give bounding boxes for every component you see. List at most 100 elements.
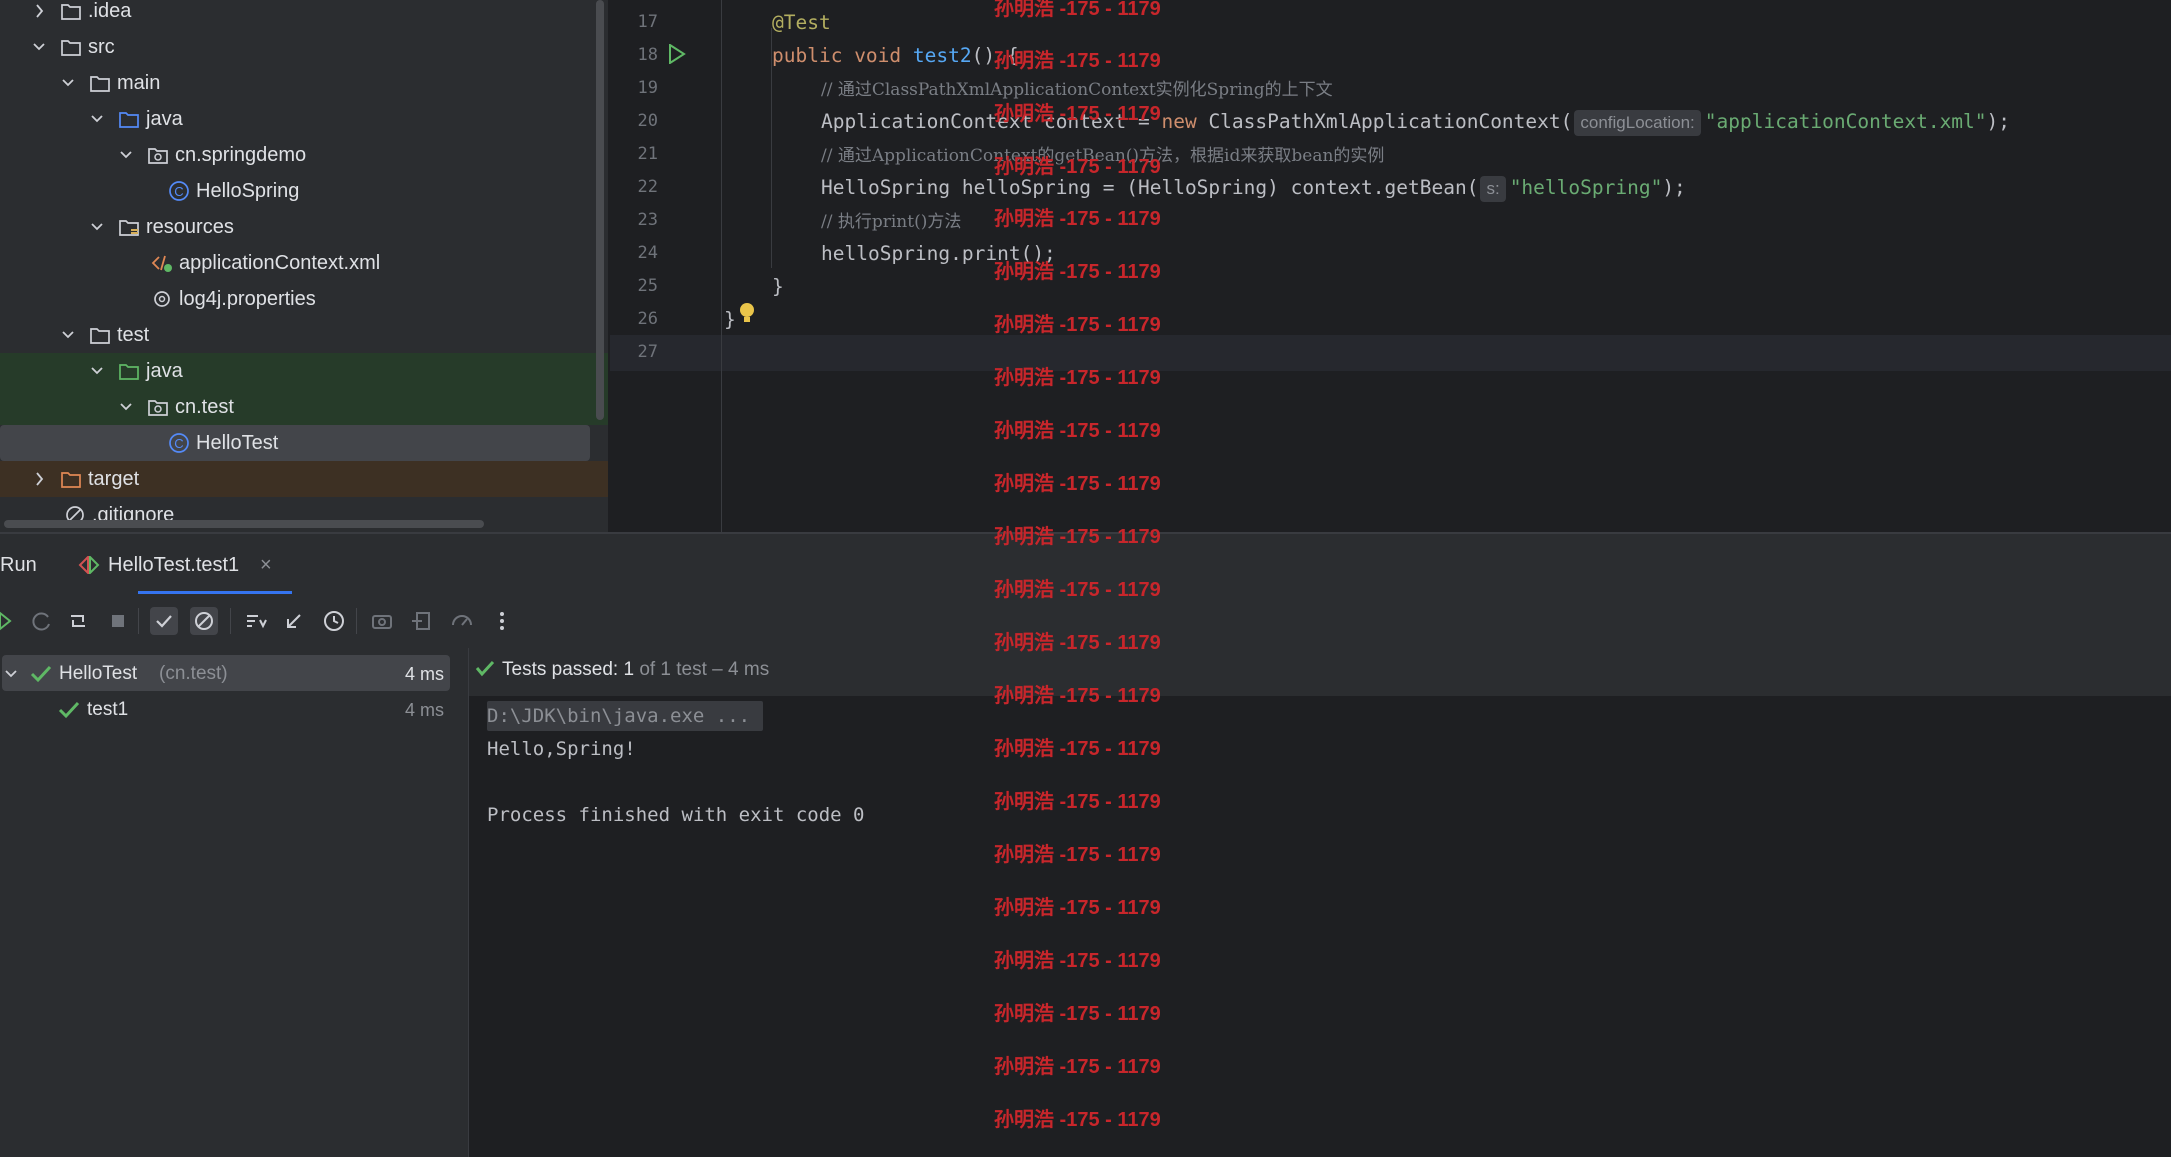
tree-item[interactable]: C HelloSpring: [0, 173, 608, 209]
check-icon: [58, 701, 80, 719]
stop-icon[interactable]: [104, 607, 132, 635]
tree-item[interactable]: cn.test: [0, 389, 608, 425]
console-line: Hello,Spring!: [487, 738, 636, 760]
tree-item[interactable]: applicationContext.xml: [0, 245, 608, 281]
chevron-down-icon[interactable]: [88, 353, 106, 389]
parameter-hint: configLocation:: [1574, 110, 1701, 136]
show-ignored-icon[interactable]: [190, 607, 218, 635]
code-token: void: [854, 44, 913, 67]
status-count: 1: [623, 659, 635, 680]
toolbar-separator: [356, 608, 357, 634]
line-number: 23: [637, 210, 658, 230]
test-name: test1: [87, 699, 129, 720]
chevron-down-icon[interactable]: [88, 209, 106, 245]
watermark-text: 孙明浩 -175 - 1179: [994, 1056, 1161, 1078]
toolbar-separator: [230, 608, 231, 634]
code-token: }: [772, 275, 784, 298]
tree-item[interactable]: java: [0, 101, 608, 137]
watermark-text: 孙明浩 -175 - 1179: [994, 1109, 1161, 1131]
test-tree-row[interactable]: HelloTest (cn.test) 4 ms: [0, 656, 450, 692]
tree-vertical-scrollbar[interactable]: [596, 0, 604, 420]
rerun-failed-icon[interactable]: [28, 607, 56, 635]
show-passed-icon[interactable]: [150, 607, 178, 635]
chevron-down-icon[interactable]: [59, 65, 77, 101]
tree-item-label: .idea: [88, 0, 132, 22]
run-panel-title: Run: [0, 554, 37, 576]
tree-horizontal-scrollbar[interactable]: [4, 520, 484, 528]
tree-item[interactable]: main: [0, 65, 608, 101]
tab-label: HelloTest.test1: [108, 554, 240, 576]
watermark-text: 孙明浩 -175 - 1179: [994, 0, 1161, 20]
tree-item[interactable]: test: [0, 317, 608, 353]
test-status: Tests passed: 1 of 1 test – 4 ms: [502, 655, 769, 685]
more-icon[interactable]: [488, 607, 516, 635]
test-tree-row[interactable]: test1 4 ms: [0, 692, 450, 728]
tree-item[interactable]: log4j.properties: [0, 281, 608, 317]
tree-item[interactable]: .idea: [0, 0, 608, 29]
chevron-down-icon[interactable]: [59, 317, 77, 353]
line-number: 24: [637, 243, 658, 263]
code-token: @Test: [772, 11, 831, 34]
tree-item[interactable]: resources: [0, 209, 608, 245]
tree-item-label: log4j.properties: [179, 288, 316, 310]
source-folder-icon: [119, 112, 139, 128]
code-line: }: [772, 270, 784, 303]
tree-selection: [0, 425, 590, 461]
tree-item[interactable]: src: [0, 29, 608, 65]
svg-text:C: C: [174, 436, 183, 451]
console-line: Process finished with exit code 0: [487, 804, 865, 826]
tree-item[interactable]: java: [0, 353, 608, 389]
chevron-down-icon[interactable]: [117, 389, 135, 425]
history-icon[interactable]: [320, 607, 348, 635]
lightbulb-icon[interactable]: [738, 302, 756, 326]
watermark-text: 孙明浩 -175 - 1179: [994, 1003, 1161, 1025]
tree-item[interactable]: C HelloTest: [0, 425, 608, 461]
code-token: HelloSpring helloSpring = (HelloSpring) …: [821, 176, 1479, 199]
code-token: test2: [912, 44, 972, 67]
import-icon[interactable]: [408, 607, 436, 635]
chevron-down-icon[interactable]: [4, 666, 18, 687]
rerun-icon[interactable]: [0, 607, 28, 635]
watermark-text: 孙明浩 -175 - 1179: [994, 156, 1161, 178]
class-icon: C: [169, 433, 189, 453]
test-duration: 4 ms: [404, 664, 444, 684]
watermark-text: 孙明浩 -175 - 1179: [994, 526, 1161, 548]
tree-item[interactable]: target: [0, 461, 608, 497]
code-token: // 执行print()方法: [821, 212, 962, 232]
test-source-folder-icon: [119, 364, 139, 380]
tree-item[interactable]: cn.springdemo: [0, 137, 608, 173]
line-number: 25: [637, 276, 658, 296]
test-package: (cn.test): [159, 663, 228, 684]
line-number: 22: [637, 177, 658, 197]
watermark-text: 孙明浩 -175 - 1179: [994, 367, 1161, 389]
chevron-down-icon[interactable]: [117, 137, 135, 173]
check-icon: [30, 665, 52, 683]
run-gutter-icon[interactable]: [668, 44, 686, 64]
tree-item-label: applicationContext.xml: [179, 252, 381, 274]
chevron-down-icon[interactable]: [30, 29, 48, 65]
chevron-down-icon[interactable]: [88, 101, 106, 137]
chevron-right-icon[interactable]: [30, 461, 48, 497]
sort-icon[interactable]: [242, 607, 270, 635]
tree-item-label: src: [88, 36, 115, 58]
code-token: new: [1161, 110, 1209, 133]
tab-hellotest-test1[interactable]: HelloTest.test1 ×: [78, 547, 288, 583]
watermark-text: 孙明浩 -175 - 1179: [994, 103, 1161, 125]
folder-icon: [61, 4, 81, 20]
test-duration: 4 ms: [404, 700, 444, 720]
tree-item-label: HelloSpring: [196, 180, 300, 202]
tree-item-label: resources: [146, 216, 234, 238]
test-name: HelloTest: [59, 663, 138, 684]
junit-config-icon: [78, 556, 100, 574]
toggle-auto-test-icon[interactable]: [64, 607, 92, 635]
screenshot-icon[interactable]: [368, 607, 396, 635]
export-icon[interactable]: [448, 607, 476, 635]
watermark-text: 孙明浩 -175 - 1179: [994, 261, 1161, 283]
chevron-right-icon[interactable]: [30, 0, 48, 29]
watermark-text: 孙明浩 -175 - 1179: [994, 950, 1161, 972]
collapse-icon[interactable]: [280, 607, 308, 635]
line-number: 27: [637, 342, 658, 362]
tree-item-label: cn.springdemo: [175, 144, 307, 166]
tree-item-label: main: [117, 72, 161, 94]
close-icon[interactable]: ×: [260, 547, 272, 583]
